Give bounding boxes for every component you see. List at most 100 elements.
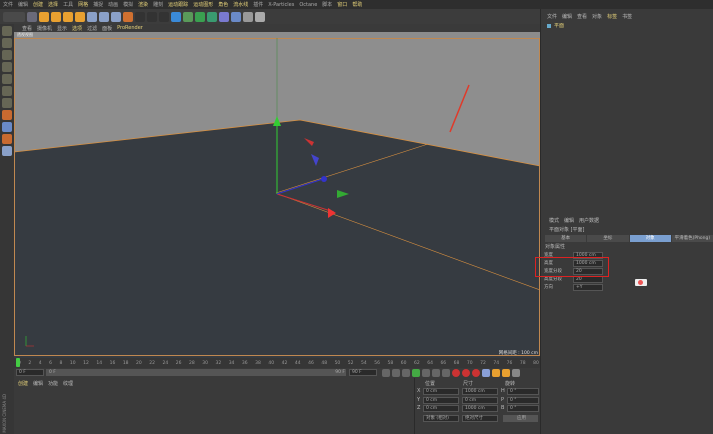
undo-icon[interactable] (3, 11, 25, 22)
om-menu-edit[interactable]: 编辑 (562, 13, 572, 20)
z-axis-icon[interactable] (111, 11, 121, 22)
vp-menu-view[interactable]: 查看 (22, 25, 32, 32)
next-key-icon[interactable] (432, 369, 440, 377)
size-field[interactable]: 1000 cm (462, 405, 498, 412)
pen-icon[interactable] (183, 11, 193, 22)
menu-edit[interactable]: 编辑 (18, 1, 28, 8)
playhead[interactable] (16, 358, 20, 367)
menu-character[interactable]: 角色 (218, 1, 228, 8)
position-field[interactable]: 0 cm (423, 388, 459, 395)
vp-menu-options[interactable]: 选项 (72, 25, 82, 32)
size-field[interactable]: 1000 cm (462, 388, 498, 395)
y-axis-icon[interactable] (99, 11, 109, 22)
end-frame-field[interactable]: 90 F (349, 369, 377, 376)
rotation-field[interactable]: 0 ° (507, 388, 539, 395)
menu-file[interactable]: 文件 (3, 1, 13, 8)
menu-animate[interactable]: 动画 (108, 1, 118, 8)
key-position-icon[interactable] (482, 369, 490, 377)
rotation-field[interactable]: 0 ° (507, 396, 539, 404)
menu-octane[interactable]: Octane (299, 2, 317, 8)
frame-range-slider[interactable]: 0 F 90 F (46, 369, 346, 376)
rotate-tool-icon[interactable] (63, 11, 73, 22)
timeline-ruler[interactable]: 0246810121416182022242628303234363840424… (14, 358, 605, 368)
autokey-icon[interactable] (462, 369, 470, 377)
menu-help[interactable]: 帮助 (352, 1, 362, 8)
menu-script[interactable]: 脚本 (322, 1, 332, 8)
camera-icon[interactable] (243, 11, 253, 22)
polygons-mode-icon[interactable] (2, 98, 12, 108)
menu-select[interactable]: 选择 (48, 1, 58, 8)
model-mode-icon[interactable] (2, 38, 12, 48)
go-start-icon[interactable] (382, 369, 390, 377)
move-tool-icon[interactable] (39, 11, 49, 22)
lock-icon[interactable] (2, 134, 12, 144)
menu-create[interactable]: 创建 (33, 1, 43, 8)
coord-mode-dropdown[interactable]: 对象 (相对) (423, 415, 459, 422)
keyframe-selection-icon[interactable] (472, 369, 480, 377)
render-picture-icon[interactable] (147, 11, 157, 22)
om-menu-object[interactable]: 对象 (592, 13, 602, 20)
array-icon[interactable] (207, 11, 217, 22)
mat-menu-texture[interactable]: 纹理 (63, 380, 73, 387)
size-field[interactable]: 0 cm (462, 396, 498, 404)
menu-mograph[interactable]: 运动图形 (193, 1, 213, 8)
make-editable-icon[interactable] (2, 26, 12, 36)
key-scale-icon[interactable] (492, 369, 500, 377)
mat-menu-create[interactable]: 创建 (18, 380, 28, 387)
floor-icon[interactable] (231, 11, 241, 22)
key-param-icon[interactable] (512, 369, 520, 377)
attr-menu-mode[interactable]: 模式 (549, 217, 559, 224)
play-icon[interactable] (412, 369, 420, 377)
position-field[interactable]: 0 cm (423, 396, 459, 404)
cube-icon[interactable] (171, 11, 181, 22)
om-menu-file[interactable]: 文件 (547, 13, 557, 20)
mat-menu-function[interactable]: 功能 (48, 380, 58, 387)
vp-menu-panel[interactable]: 面板 (102, 25, 112, 32)
enable-axis-icon[interactable] (2, 110, 12, 120)
apply-button[interactable]: 应用 (503, 415, 538, 422)
menu-pipeline[interactable]: 流水线 (233, 1, 248, 8)
mat-menu-edit[interactable]: 编辑 (33, 380, 43, 387)
om-menu-bookmarks[interactable]: 书签 (622, 13, 632, 20)
scale-tool-icon[interactable] (51, 11, 61, 22)
menu-render[interactable]: 渲染 (138, 1, 148, 8)
edges-mode-icon[interactable] (2, 86, 12, 96)
menu-plugins[interactable]: 插件 (253, 1, 263, 8)
start-frame-field[interactable]: 0 F (16, 369, 44, 376)
workplane-icon[interactable] (2, 62, 12, 72)
subdivision-icon[interactable] (195, 11, 205, 22)
deformer-icon[interactable] (219, 11, 229, 22)
tab-object[interactable]: 对象 (629, 235, 671, 242)
prev-key-icon[interactable] (392, 369, 400, 377)
menu-window[interactable]: 窗口 (337, 1, 347, 8)
last-tool-icon[interactable] (75, 11, 85, 22)
rotation-field[interactable]: 0 ° (507, 405, 539, 412)
position-field[interactable]: 0 cm (423, 405, 459, 412)
vp-menu-prorender[interactable]: ProRender (117, 25, 143, 31)
render-settings-icon[interactable] (159, 11, 169, 22)
python-icon[interactable] (2, 146, 12, 156)
next-frame-icon[interactable] (422, 369, 430, 377)
attr-menu-userdata[interactable]: 用户数据 (579, 217, 599, 224)
object-row-plane[interactable]: 平面 (541, 20, 713, 31)
tab-basic[interactable]: 基本 (545, 235, 587, 242)
object-name[interactable]: 平面 (554, 22, 564, 29)
menu-simulate[interactable]: 模拟 (123, 1, 133, 8)
attr-menu-edit[interactable]: 编辑 (564, 217, 574, 224)
select-tool-icon[interactable] (27, 11, 37, 22)
texture-mode-icon[interactable] (2, 50, 12, 60)
vp-menu-display[interactable]: 显示 (57, 25, 67, 32)
coord-system-icon[interactable] (123, 11, 133, 22)
menu-mesh[interactable]: 网格 (78, 1, 88, 8)
x-axis-icon[interactable] (87, 11, 97, 22)
record-icon[interactable] (452, 369, 460, 377)
prev-frame-icon[interactable] (402, 369, 410, 377)
go-end-icon[interactable] (442, 369, 450, 377)
om-menu-tags[interactable]: 标签 (607, 13, 617, 20)
menu-xparticles[interactable]: X-Particles (268, 2, 294, 8)
attr-value-field[interactable]: +Y (573, 283, 603, 291)
key-rotation-icon[interactable] (502, 369, 510, 377)
points-mode-icon[interactable] (2, 74, 12, 84)
render-view-icon[interactable] (135, 11, 145, 22)
menu-snap[interactable]: 捕捉 (93, 1, 103, 8)
